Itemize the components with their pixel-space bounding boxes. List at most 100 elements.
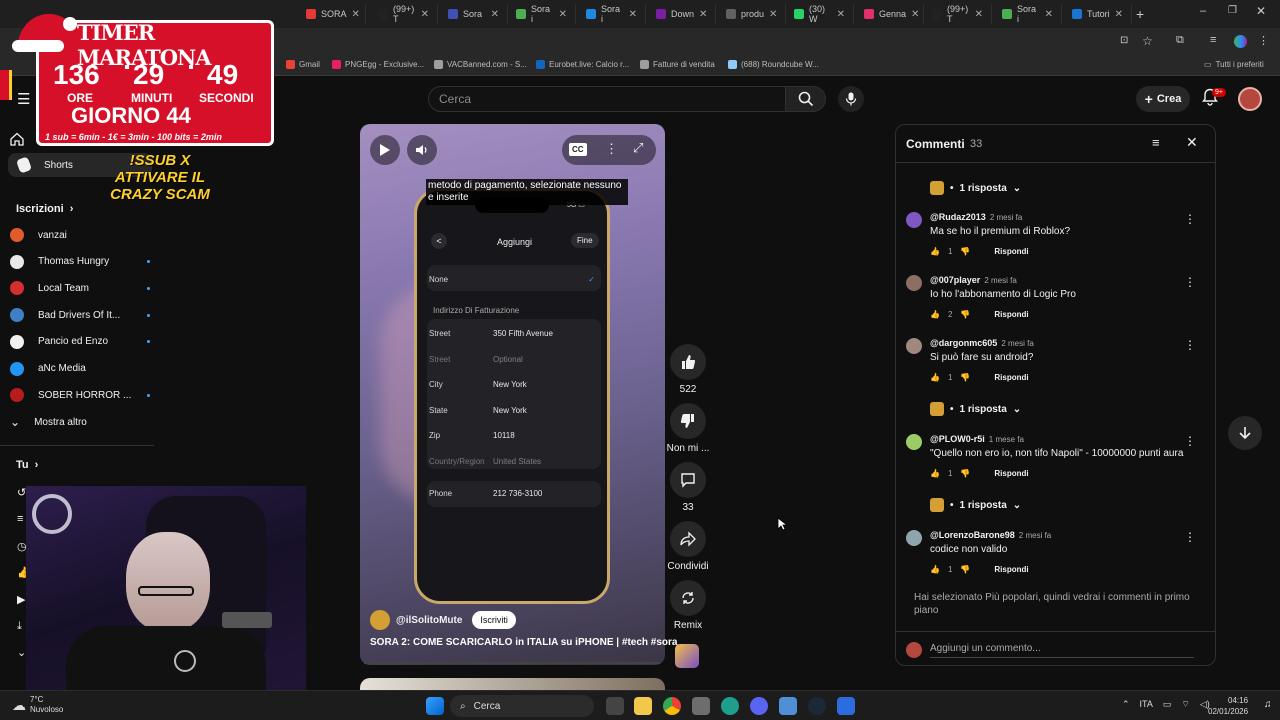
your-videos-icon[interactable]: ▶ bbox=[17, 593, 25, 606]
next-short-button[interactable] bbox=[1228, 416, 1262, 450]
thumbs-down-icon[interactable]: 👎 bbox=[960, 565, 970, 574]
voice-search-button[interactable] bbox=[838, 86, 864, 112]
sidebar-channel[interactable]: Thomas Hungry bbox=[10, 250, 150, 274]
tab-close-icon[interactable]: ✕ bbox=[559, 9, 567, 20]
captions-icon[interactable]: CC bbox=[569, 143, 587, 156]
video-title[interactable]: SORA 2: COME SCARICARLO in ITALIA su iPH… bbox=[370, 637, 677, 648]
thumbs-up-icon[interactable]: 👍 bbox=[930, 565, 940, 574]
steam-icon[interactable] bbox=[808, 697, 826, 715]
search-input[interactable]: Cerca bbox=[428, 86, 786, 112]
browser-tab[interactable]: Sora ✕ bbox=[440, 4, 508, 24]
tab-close-icon[interactable]: ✕ bbox=[352, 9, 360, 20]
playlists-icon[interactable]: ≡ bbox=[17, 513, 23, 525]
file-explorer-icon[interactable] bbox=[634, 697, 652, 715]
thumbs-up-icon[interactable]: 👍 bbox=[930, 373, 940, 382]
search-button[interactable] bbox=[786, 86, 826, 112]
all-bookmarks[interactable]: ▭ Tutti i preferiti bbox=[1204, 60, 1264, 69]
browser-tab[interactable]: Down ✕ bbox=[648, 4, 716, 24]
add-comment-input[interactable]: Aggiungi un commento... bbox=[930, 643, 1194, 658]
volume-button[interactable] bbox=[407, 135, 437, 165]
bookmark-item[interactable]: Eurobet.live: Calcio r... bbox=[536, 60, 629, 69]
hamburger-menu-icon[interactable]: ☰ bbox=[17, 90, 30, 108]
comment-author[interactable]: @007player 2 mesi fa bbox=[930, 275, 1017, 285]
browser-tab[interactable]: Sora i ✕ bbox=[508, 4, 576, 24]
bookmark-item[interactable]: (688) Roundcube W... bbox=[728, 60, 819, 69]
channel-avatar[interactable] bbox=[370, 610, 390, 630]
browser-tab[interactable]: (99+) T ✕ bbox=[924, 4, 992, 24]
fullscreen-icon[interactable]: ⤢ bbox=[633, 140, 643, 156]
maximize-icon[interactable]: ❐ bbox=[1228, 5, 1237, 16]
sidebar-channel[interactable]: aNc Media bbox=[10, 357, 150, 381]
start-button[interactable] bbox=[426, 697, 444, 715]
browser-tab[interactable]: Sora i ✕ bbox=[578, 4, 646, 24]
account-avatar[interactable] bbox=[1238, 87, 1262, 111]
next-short-preview[interactable] bbox=[360, 678, 665, 690]
clock[interactable]: 04:16 02/01/2026 bbox=[1208, 695, 1248, 717]
sidebar-you-header[interactable]: Tu › bbox=[16, 453, 156, 477]
channel-name[interactable]: @ilSolitoMute bbox=[396, 615, 462, 626]
comment-author[interactable]: @PLOW0-r5i 1 mese fa bbox=[930, 434, 1024, 444]
app-icon[interactable] bbox=[837, 697, 855, 715]
close-window-icon[interactable]: ✕ bbox=[1256, 4, 1266, 18]
close-icon[interactable]: ✕ bbox=[1186, 134, 1198, 151]
notifications-icon[interactable]: ♫ bbox=[1264, 699, 1272, 710]
thumbs-down-icon[interactable]: 👎 bbox=[960, 469, 970, 478]
create-button[interactable]: + Crea bbox=[1136, 86, 1190, 112]
comment-more-icon[interactable]: ⋮ bbox=[1184, 530, 1196, 544]
discord-icon[interactable] bbox=[750, 697, 768, 715]
browser-menu-icon[interactable]: ⋮ bbox=[1258, 34, 1269, 47]
bookmark-item[interactable]: Fatture di vendita bbox=[640, 60, 715, 69]
thumbs-up-icon[interactable]: 👍 bbox=[930, 310, 940, 319]
app-icon[interactable] bbox=[721, 697, 739, 715]
thumbs-up-icon[interactable]: 👍 bbox=[930, 469, 940, 478]
reply-button[interactable]: Rispondi bbox=[994, 310, 1028, 319]
browser-tab[interactable]: produ ✕ bbox=[718, 4, 786, 24]
share-button[interactable]: Condividi bbox=[658, 521, 718, 572]
browser-tab[interactable]: SORA ✕ bbox=[298, 4, 366, 24]
sort-icon[interactable]: ≡ bbox=[1152, 135, 1160, 150]
weather-widget[interactable]: ☁ 7°C Nuvoloso bbox=[12, 695, 63, 715]
like-button[interactable]: 522 bbox=[658, 344, 718, 395]
browser-tab[interactable]: (30) W ✕ bbox=[786, 4, 854, 24]
comments-button[interactable]: 33 bbox=[658, 462, 718, 513]
tab-close-icon[interactable]: ✕ bbox=[1115, 9, 1123, 20]
sidebar-channel[interactable]: SOBER HORROR ... bbox=[10, 383, 150, 407]
view-replies-button[interactable]: • 1 risposta ⌄ bbox=[930, 402, 1021, 416]
sidebar-show-more[interactable]: ⌄ Mostra altro bbox=[10, 410, 150, 434]
comment-avatar[interactable] bbox=[906, 338, 922, 354]
bookmark-item[interactable]: VACBanned.com - S... bbox=[434, 60, 527, 69]
tab-close-icon[interactable]: ✕ bbox=[911, 9, 919, 20]
comment-more-icon[interactable]: ⋮ bbox=[1184, 275, 1196, 289]
bookmark-star-icon[interactable]: ☆ bbox=[1142, 34, 1153, 48]
bookmark-item[interactable]: PNGEgg - Exclusive... bbox=[332, 60, 424, 69]
dislike-button[interactable]: Non mi ... bbox=[658, 403, 718, 454]
view-replies-button[interactable]: • 1 risposta ⌄ bbox=[930, 498, 1021, 512]
sidebar-channel[interactable]: Local Team bbox=[10, 276, 150, 300]
tab-close-icon[interactable]: ✕ bbox=[769, 9, 777, 20]
chrome-icon[interactable] bbox=[663, 697, 681, 715]
comment-more-icon[interactable]: ⋮ bbox=[1184, 338, 1196, 352]
downloads-icon[interactable]: ⤓ bbox=[17, 620, 22, 633]
tab-close-icon[interactable]: ✕ bbox=[629, 9, 637, 20]
bookmark-item[interactable]: Gmail bbox=[286, 60, 320, 69]
comment-author[interactable]: @LorenzoBarone98 2 mesi fa bbox=[930, 530, 1051, 540]
tab-close-icon[interactable]: ✕ bbox=[491, 9, 499, 20]
task-view-icon[interactable] bbox=[606, 697, 624, 715]
taskbar-search[interactable]: ⌕ Cerca bbox=[450, 695, 594, 717]
reading-list-icon[interactable]: ≡ bbox=[1210, 34, 1216, 46]
chevron-down-icon[interactable]: ⌄ bbox=[17, 646, 26, 659]
history-icon[interactable]: ↺ bbox=[17, 486, 26, 499]
remix-button[interactable]: Remix bbox=[658, 580, 718, 631]
app-icon[interactable] bbox=[692, 697, 710, 715]
tab-close-icon[interactable]: ✕ bbox=[975, 9, 983, 20]
tab-close-icon[interactable]: ✕ bbox=[837, 9, 845, 20]
profile-icon[interactable] bbox=[1234, 35, 1247, 48]
tab-close-icon[interactable]: ✕ bbox=[1045, 9, 1053, 20]
app-icon[interactable] bbox=[779, 697, 797, 715]
subscribe-button[interactable]: Iscriviti bbox=[472, 611, 516, 629]
tab-close-icon[interactable]: ✕ bbox=[699, 9, 707, 20]
tab-close-icon[interactable]: ✕ bbox=[421, 9, 429, 20]
thumbs-up-icon[interactable]: 👍 bbox=[930, 247, 940, 256]
reply-button[interactable]: Rispondi bbox=[994, 247, 1028, 256]
comment-avatar[interactable] bbox=[906, 212, 922, 228]
